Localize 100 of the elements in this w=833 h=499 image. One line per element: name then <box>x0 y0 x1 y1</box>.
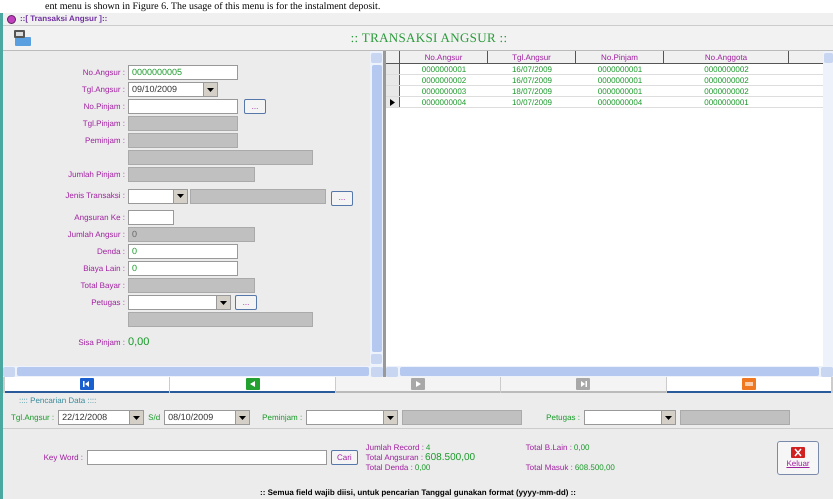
table-cell-text: 0000000002 <box>703 64 750 74</box>
row-selector[interactable] <box>386 64 400 74</box>
stripes-icon <box>742 378 756 390</box>
navigation-button[interactable] <box>170 377 335 393</box>
caret-icon <box>133 416 140 420</box>
field-label: Biaya Lain : <box>83 264 125 272</box>
summary-value: 0,00 <box>574 444 590 452</box>
computer-icon <box>11 28 33 48</box>
date-picker[interactable]: 22/12/2008 <box>58 410 144 425</box>
summary-label: Total B.Lain : <box>526 444 572 452</box>
exit-button[interactable]: Keluar <box>777 440 819 474</box>
dropdown-button[interactable] <box>129 411 144 424</box>
page-heading: :: TRANSAKSI ANGSUR :: <box>350 29 508 48</box>
lookup-button[interactable]: ... <box>235 295 257 310</box>
dropdown-button[interactable] <box>383 411 398 424</box>
input-field[interactable]: 0000000005 <box>128 65 238 80</box>
row-selector[interactable] <box>386 86 400 96</box>
caret-icon <box>207 88 214 92</box>
keyword-label: Key Word : <box>42 452 83 464</box>
navigation-button[interactable] <box>666 377 832 393</box>
search-button[interactable]: Cari <box>331 450 358 465</box>
document-caption: ent menu is shown in Figure 6. The usage of this menu is for the instalment deposit. <box>44 0 382 13</box>
field-label: Tgl.Pinjam : <box>82 120 125 128</box>
column-header[interactable]: Tgl.Angsur <box>488 51 576 63</box>
table-cell-text: 16/07/2009 <box>510 64 554 74</box>
current-row-icon <box>390 98 395 106</box>
table-cell-text: 0000000001 <box>596 64 644 74</box>
vertical-scrollbar[interactable] <box>823 51 833 366</box>
amount-value: 0,00 <box>128 337 150 348</box>
field-label: No.Pinjam : <box>84 102 125 110</box>
table-cell-text: 0000000001 <box>703 97 750 107</box>
field-label: Tgl.Angsur : <box>82 86 125 94</box>
dropdown-field[interactable] <box>306 410 398 425</box>
lookup-button[interactable]: ... <box>244 99 266 114</box>
field-label: Jumlah Angsur : <box>68 230 125 238</box>
summary-label: Total Denda : <box>366 464 413 472</box>
app-icon <box>7 14 16 24</box>
date-picker[interactable]: 09/10/2009 <box>128 82 218 97</box>
field-label: Peminjam : <box>84 136 125 144</box>
column-header[interactable]: No.Anggota <box>664 51 789 63</box>
filter-label: S/d <box>148 412 160 424</box>
caret-icon <box>239 416 246 420</box>
dropdown-button[interactable] <box>203 83 217 96</box>
filter-label: Petugas : <box>546 412 580 424</box>
dropdown-button[interactable] <box>216 296 230 309</box>
table-cell-text: 10/07/2009 <box>510 97 554 107</box>
input-field[interactable] <box>128 210 174 225</box>
caret-icon <box>664 416 672 420</box>
dropdown-field[interactable] <box>128 188 188 204</box>
filter-label: Tgl.Angsur : <box>11 412 54 424</box>
footer-note: :: Semua field wajib diisi, untuk pencarian Tanggal gunakan format (yyyy-mm-dd) :: <box>260 488 576 496</box>
input-field[interactable]: 0 <box>128 244 238 259</box>
last-record-icon <box>576 378 590 390</box>
dropdown-field[interactable] <box>128 295 231 310</box>
table-cell-text: 0000000001 <box>596 86 644 96</box>
column-header[interactable]: No.Angsur <box>400 51 488 63</box>
field-label: No.Angsur : <box>82 68 125 76</box>
navigation-button[interactable] <box>5 377 170 393</box>
summary-label: Total Angsuran : <box>366 454 424 462</box>
caret-icon <box>177 194 184 198</box>
summary-value: 0,00 <box>414 464 430 472</box>
field-label: Total Bayar : <box>80 282 125 290</box>
table-cell-text: 0000000002 <box>703 75 750 85</box>
table-cell-text: 0000000001 <box>596 75 644 85</box>
table-cell-text: 0000000002 <box>703 86 750 96</box>
summary-value: 608.500,00 <box>425 452 476 462</box>
table-cell-text: 16/07/2009 <box>510 75 554 85</box>
field-label: Jenis Transaksi : <box>65 192 125 200</box>
dropdown-button[interactable] <box>235 411 250 424</box>
horizontal-scrollbar[interactable] <box>386 366 833 377</box>
summary-label: Jumlah Record : <box>366 444 424 452</box>
summary-value: 4 <box>426 444 430 452</box>
dropdown-field[interactable] <box>584 410 676 425</box>
dropdown-button[interactable] <box>173 190 187 202</box>
table-cell-text: 0000000004 <box>596 97 644 107</box>
window-title: ::[ Transaksi Angsur ]:: <box>20 15 108 23</box>
row-selector[interactable] <box>386 75 400 85</box>
first-record-icon <box>80 378 94 390</box>
table-cell-text: 0000000004 <box>420 97 468 107</box>
section-title: :::: Pencarian Data :::: <box>19 397 96 405</box>
date-picker[interactable]: 08/10/2009 <box>164 410 250 425</box>
keyword-field[interactable] <box>87 450 327 465</box>
input-field[interactable]: 0 <box>128 261 238 276</box>
table-cell-text: 0000000002 <box>420 75 468 85</box>
vertical-scrollbar[interactable] <box>370 51 383 366</box>
caret-icon <box>220 300 227 304</box>
column-header[interactable]: No.Pinjam <box>576 51 664 63</box>
lookup-button[interactable]: ... <box>331 190 353 206</box>
filter-label: Peminjam : <box>262 412 302 424</box>
row-selector[interactable] <box>386 97 400 107</box>
input-field[interactable] <box>128 99 238 114</box>
table-cell-text: 0000000001 <box>420 64 468 74</box>
readonly-field: 0 <box>128 227 255 242</box>
summary-value: 608.500,00 <box>574 464 615 472</box>
horizontal-scrollbar[interactable] <box>3 366 383 377</box>
field-label: Angsuran Ke : <box>74 214 125 222</box>
field-label: Sisa Pinjam : <box>78 338 125 346</box>
dropdown-button[interactable] <box>660 411 675 424</box>
field-label: Denda : <box>96 248 125 256</box>
field-label: Petugas : <box>91 298 125 306</box>
